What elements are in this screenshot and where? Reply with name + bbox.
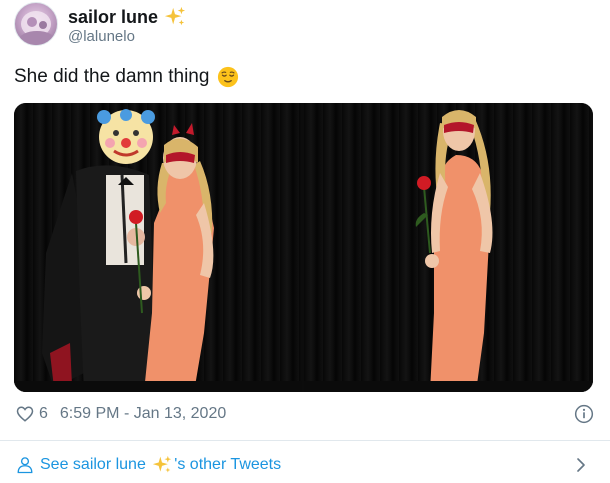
like-count[interactable]: 6 (39, 405, 48, 423)
photo-couple[interactable] (14, 103, 302, 392)
tweet-timestamp[interactable]: 6:59 PM - Jan 13, 2020 (60, 405, 226, 423)
author-handle[interactable]: @lalunelo (68, 28, 135, 45)
tweet-meta: 6 6:59 PM - Jan 13, 2020 (16, 405, 226, 423)
sparkles-icon (164, 6, 186, 28)
sparkles-icon (152, 455, 172, 475)
chevron-right-icon[interactable] (572, 455, 590, 475)
tweet-text: She did the damn thing (14, 66, 239, 88)
author-display-name[interactable]: sailor lune (68, 7, 158, 28)
relieved-face-icon (217, 66, 239, 88)
other-tweets-link[interactable]: See sailor lune 's other Tweets (16, 453, 594, 477)
heart-icon[interactable] (16, 405, 34, 423)
other-tweets-suffix[interactable]: 's other Tweets (174, 456, 281, 474)
author-name-row[interactable]: sailor lune (68, 6, 186, 28)
avatar[interactable] (14, 2, 58, 46)
tweet-text-content: She did the damn thing (14, 66, 210, 87)
tweet-media[interactable] (14, 103, 593, 392)
divider (0, 440, 610, 441)
embedded-tweet: sailor lune @lalunelo She did the damn t… (0, 0, 610, 483)
other-tweets-prefix[interactable]: See sailor lune (40, 456, 150, 474)
photo-solo[interactable] (304, 103, 593, 392)
info-icon[interactable] (574, 404, 594, 424)
person-icon (16, 456, 34, 474)
